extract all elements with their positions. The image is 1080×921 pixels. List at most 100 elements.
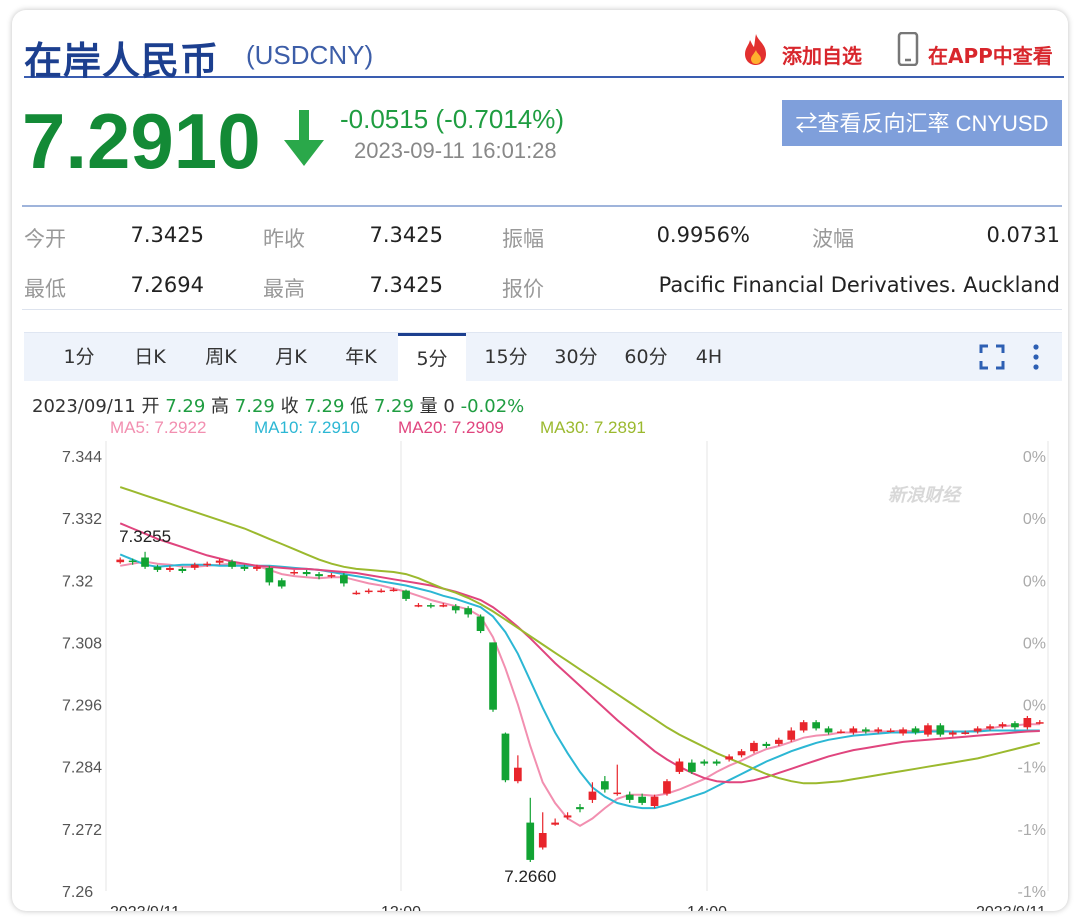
series-line-ma30	[119, 486, 1041, 785]
candle-body	[364, 590, 373, 593]
right-tick-label: -1%	[1018, 822, 1046, 839]
low-label: 低	[350, 396, 369, 417]
candle-body	[141, 557, 149, 567]
x-tick-label: 2023/9/11	[110, 904, 180, 911]
watermark: 新浪财经	[888, 485, 963, 505]
right-tick-label: 0%	[1023, 511, 1046, 528]
stat-label-prev-close: 昨收	[263, 227, 305, 251]
high-label: 高	[211, 396, 230, 417]
candle-body	[973, 728, 982, 732]
candle-body	[228, 561, 236, 567]
candle-body	[663, 781, 671, 794]
candle-body	[998, 724, 1007, 727]
y-tick-label: 7.344	[62, 449, 102, 466]
candle-body	[787, 730, 796, 740]
tab-weekly-k[interactable]: 周K	[190, 333, 252, 381]
candle-body	[327, 575, 336, 577]
candle-body	[215, 560, 224, 563]
stat-label-quote-source: 报价	[502, 277, 544, 301]
low-value: 7.29	[373, 396, 414, 417]
ma10-label: MA10: 7.2910	[254, 418, 360, 437]
candle-body	[302, 572, 311, 575]
close-value: 7.29	[304, 396, 345, 417]
add-watchlist-label: 添加自选	[782, 44, 862, 68]
tab-1min[interactable]: 1分	[50, 333, 108, 381]
tab-4h[interactable]: 4H	[684, 333, 734, 381]
phone-icon	[897, 32, 919, 66]
more-options-icon[interactable]	[1030, 343, 1042, 371]
open-value: 7.29	[165, 396, 206, 417]
candle-body	[538, 833, 547, 848]
tab-5min[interactable]: 5分	[398, 333, 466, 382]
candle-body	[526, 822, 535, 860]
candle-body	[489, 642, 497, 710]
candle-body	[737, 751, 746, 756]
tab-daily-k[interactable]: 日K	[120, 333, 180, 381]
stat-value-low: 7.2694	[130, 273, 204, 297]
candle-body	[837, 731, 845, 733]
x-tick-label: 12:00	[381, 904, 421, 911]
view-in-app-label: 在APP中查看	[928, 44, 1053, 68]
candle-body	[128, 560, 137, 563]
open-label: 开	[141, 396, 160, 417]
candle-body	[166, 567, 174, 570]
candle-body	[948, 732, 957, 735]
candle-body	[402, 590, 410, 599]
candle-body	[1035, 722, 1044, 724]
right-tick-label: -1%	[1018, 760, 1046, 777]
stat-value-prev-close: 7.3425	[369, 223, 443, 247]
tab-monthly-k[interactable]: 月K	[260, 333, 322, 381]
candle-body	[190, 564, 199, 568]
candle-body	[501, 733, 510, 781]
candle-body	[315, 574, 323, 577]
reverse-rate-button[interactable]: ⇄查看反向汇率 CNYUSD	[782, 100, 1062, 146]
stat-value-quote-source: Pacific Financial Derivatives. Auckland	[658, 273, 1060, 297]
x-tick-label: 2023/9/11	[976, 904, 1046, 911]
candle-body	[1023, 718, 1032, 728]
candle-body	[414, 605, 423, 607]
current-price: 7.2910	[22, 97, 261, 185]
candle-body	[799, 722, 808, 731]
close-label: 收	[280, 396, 299, 417]
header-bar: 在岸人民币 (USDCNY) 添加自选 在APP中查看	[24, 18, 1064, 83]
stat-label-amplitude: 振幅	[502, 227, 544, 251]
candle-body	[1011, 723, 1019, 728]
bar-info: 2023/09/11 开 7.29 高 7.29 收 7.29 低 7.29 量…	[32, 392, 524, 418]
candle-body	[712, 761, 721, 764]
candle-body	[899, 729, 907, 734]
stat-label-high: 最高	[263, 277, 305, 301]
stat-label-range: 波幅	[812, 227, 854, 251]
price-change: -0.0515 (-0.7014%)	[340, 104, 565, 134]
candle-body	[762, 743, 771, 746]
stat-label-low: 最低	[24, 277, 66, 301]
candle-body	[874, 729, 883, 732]
candle-body	[849, 728, 858, 733]
candle-body	[812, 722, 820, 729]
high-value: 7.29	[234, 396, 275, 417]
candle-body	[775, 739, 783, 744]
y-tick-label: 7.26	[62, 884, 93, 901]
tab-60min[interactable]: 60分	[614, 333, 678, 381]
y-tick-label: 7.296	[62, 698, 102, 715]
quote-time: 2023-09-11 16:01:28	[354, 138, 557, 163]
candle-body	[700, 761, 709, 764]
stat-label-open: 今开	[24, 227, 66, 251]
y-tick-label: 7.272	[62, 822, 102, 839]
candle-body	[290, 572, 298, 574]
candle-body	[427, 605, 435, 607]
candle-body	[625, 794, 634, 800]
candle-body	[961, 732, 970, 734]
tab-30min[interactable]: 30分	[544, 333, 608, 381]
tab-yearly-k[interactable]: 年K	[330, 333, 392, 381]
candle-body	[750, 742, 758, 752]
candle-body	[824, 728, 833, 733]
currency-code: (USDCNY)	[246, 40, 374, 70]
price-annotation: 7.2660	[504, 867, 556, 886]
y-tick-label: 7.308	[62, 635, 102, 652]
right-tick-label: 0%	[1023, 573, 1046, 590]
tab-15min[interactable]: 15分	[476, 333, 536, 381]
candle-body	[464, 608, 472, 615]
fullscreen-icon[interactable]	[978, 343, 1006, 371]
right-tick-label: -1%	[1018, 884, 1046, 901]
bar-date: 2023/09/11	[32, 396, 136, 417]
